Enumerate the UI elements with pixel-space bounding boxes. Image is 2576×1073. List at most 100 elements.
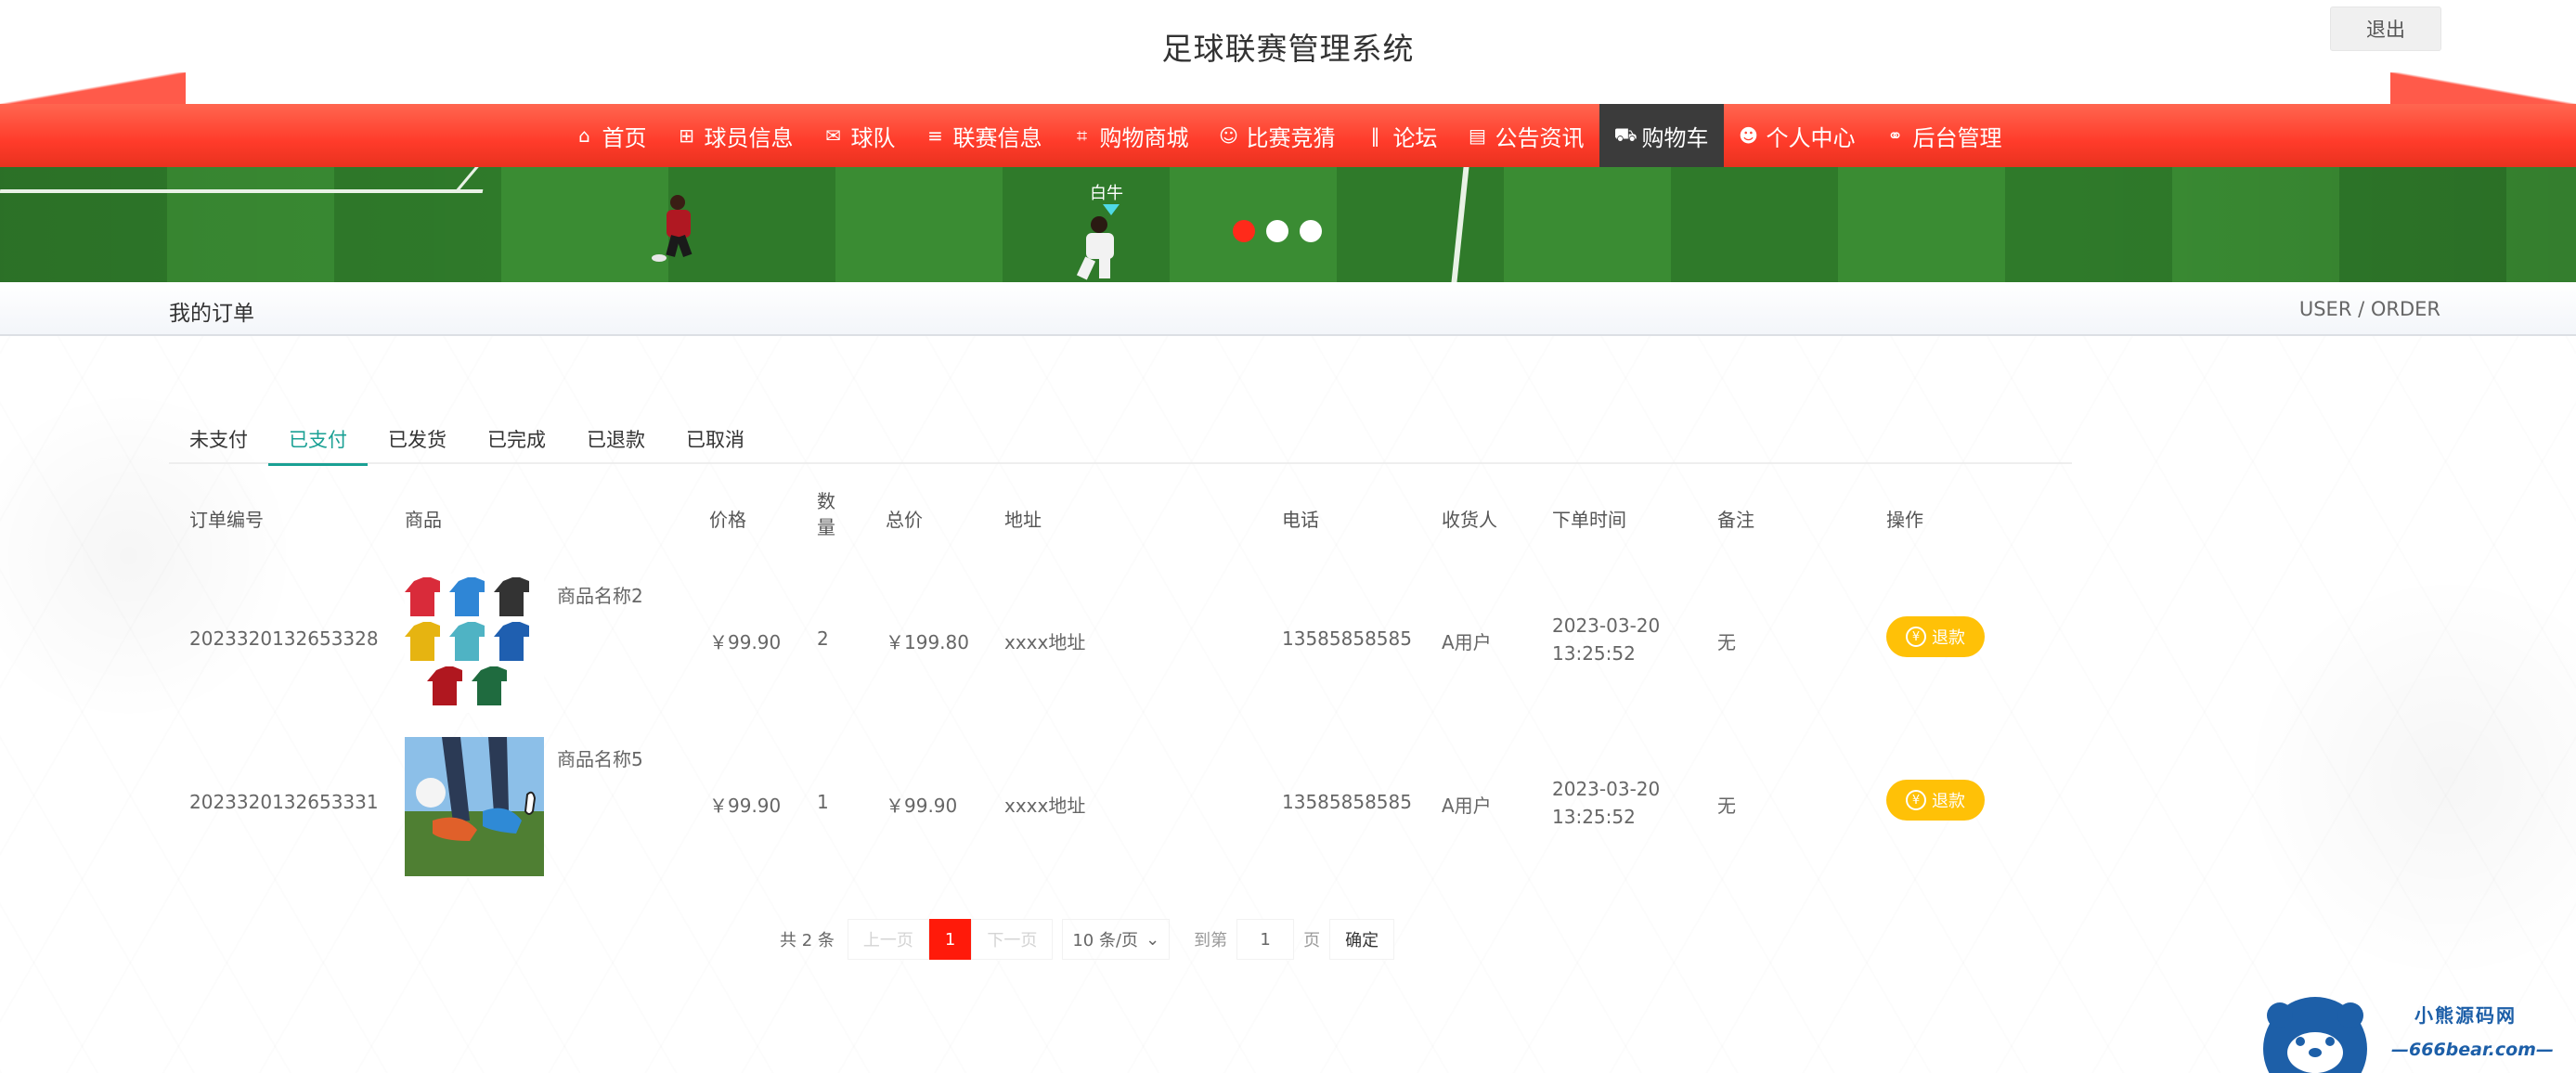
breadcrumb-bar: 我的订单 USER / ORDER [0,282,2576,336]
nav-decoration-right [2390,72,2576,104]
main-nav: ⌂ 首页 ⊞ 球员信息 ✉ 球队 ≡ 联赛信息 ⌗ 购物商城 ☺ 比赛竞猜 ‖ 论坛 ▤ 公告资讯 ⛟ 购物车 ☻ 个… [0,104,2576,167]
nav-item-gamepad[interactable]: ☺ 比赛竞猜 [1204,104,1351,167]
jersey-icon [405,577,529,705]
price: ￥99.90 [709,795,782,817]
main-content: 未支付 已支付 已发货 已完成 已退款 已取消 订单编号 商品 价格 数量 总价 地址 电… [0,336,2576,1073]
columns-icon: ‖ [1370,124,1380,147]
page-1-button[interactable]: 1 [928,919,972,960]
nav-item-home[interactable]: ⌂ 首页 [560,104,662,167]
note: 无 [1717,631,1736,653]
product-name[interactable]: 商品名称5 [557,744,643,771]
product-thumbnail-boots[interactable] [405,737,544,876]
nav-item-label: 购物车 [1641,124,1709,151]
tab-1[interactable]: 已支付 [268,414,368,466]
nav-item-label: 个人中心 [1766,124,1856,151]
column-header-action: 操作 [1886,509,1923,531]
link-icon: ⚭ [1887,124,1903,147]
goto-label: 到第 [1194,931,1228,950]
column-header-address: 地址 [1004,509,1042,531]
nav-item-label: 首页 [602,124,647,151]
goto-page-input[interactable] [1236,919,1295,960]
player-figure [652,195,693,262]
order-number: 2023320132653331 [189,791,379,813]
banner-carousel: 白牛 [0,167,2576,282]
refund-button[interactable]: ¥ 退款 [1886,616,1985,657]
breadcrumb: USER / ORDER [2298,298,2440,320]
order-date: 2023-03-20 [1552,614,1661,637]
column-header-note: 备注 [1717,509,1754,531]
goto-confirm-button[interactable]: 确定 [1329,919,1395,960]
receiver: A用户 [1442,631,1492,653]
column-header-phone: 电话 [1282,509,1319,531]
product-name[interactable]: 商品名称2 [557,581,643,608]
carousel-dot[interactable] [1300,220,1322,242]
carousel-dot[interactable] [1266,220,1288,242]
sliders-icon: ≡ [927,124,943,147]
order-date: 2023-03-20 [1552,778,1661,800]
nav-item-columns[interactable]: ‖ 论坛 [1351,104,1453,167]
yen-icon: ¥ [1906,790,1926,810]
site-title: 足球联赛管理系统 [1161,31,1415,67]
refund-label: 退款 [1932,792,1965,811]
order-status-tabs: 未支付 已支付 已发货 已完成 已退款 已取消 [169,414,2072,466]
column-header-qty: 数量 [817,490,835,538]
nav-item-link[interactable]: ⚭ 后台管理 [1871,104,2017,167]
watermark-line1: 小熊源码网 [2414,1004,2517,1027]
gift-icon: ⊞ [679,124,694,147]
tab-5[interactable]: 已取消 [666,414,765,464]
nav-item-cart[interactable]: ⛟ 购物车 [1599,104,1724,167]
nav-item-label: 后台管理 [1912,124,2002,151]
tab-4[interactable]: 已退款 [566,414,666,464]
nav-item-user[interactable]: ☻ 个人中心 [1724,104,1871,167]
quantity: 2 [817,627,829,650]
next-page-button[interactable]: 下一页 [971,919,1054,960]
chevron-down-icon: ⌄ [1146,929,1160,950]
player-figure [1076,216,1114,280]
book-icon: ▤ [1469,124,1486,147]
nav-item-label: 联赛信息 [952,124,1042,151]
total-price: ￥99.90 [886,795,958,817]
column-header-total: 总价 [886,509,923,531]
pagination-total: 共 2 条 [780,931,835,950]
refund-label: 退款 [1932,628,1965,648]
tab-3[interactable]: 已完成 [467,414,566,464]
nav-item-label: 球队 [850,124,896,151]
nav-item-label: 公告资讯 [1495,124,1585,151]
logout-button[interactable]: 退出 [2330,6,2441,51]
carousel-dots [1233,220,1322,242]
nav-item-label: 论坛 [1392,124,1438,151]
page-unit-label: 页 [1303,931,1321,950]
note: 无 [1717,795,1736,817]
nav-item-sliders[interactable]: ≡ 联赛信息 [911,104,1057,167]
column-header-order-time: 下单时间 [1552,509,1626,531]
nav-item-tag[interactable]: ⌗ 购物商城 [1057,104,1204,167]
nav-item-book[interactable]: ▤ 公告资讯 [1453,104,1599,167]
refund-button[interactable]: ¥ 退款 [1886,780,1985,821]
tab-0[interactable]: 未支付 [169,414,268,464]
pagination: 共 2 条 上一页 1 下一页 10 条/页 ⌄ 到第 页 确定 [780,919,1395,960]
home-icon: ⌂ [578,124,590,147]
address: xxxx地址 [1004,631,1086,653]
main-nav-wrapper: ⌂ 首页 ⊞ 球员信息 ✉ 球队 ≡ 联赛信息 ⌗ 购物商城 ☺ 比赛竞猜 ‖ 论坛 ▤ 公告资讯 ⛟ 购物车 ☻ 个… [0,72,2576,167]
cursor-hand-icon [524,791,537,815]
column-header-price: 价格 [709,509,746,531]
cart-icon: ⛟ [1613,123,1638,146]
player-tag: 白牛 [1090,184,1123,203]
nav-decoration-left [0,72,186,104]
nav-item-mail[interactable]: ✉ 球队 [809,104,911,167]
bear-logo-icon [2263,997,2367,1073]
field-line [0,189,484,193]
mail-icon: ✉ [825,124,841,147]
nav-item-label: 购物商城 [1099,124,1189,151]
carousel-dot[interactable] [1233,220,1255,242]
page-size-value: 10 条/页 [1072,931,1139,950]
nav-item-gift[interactable]: ⊞ 球员信息 [662,104,809,167]
table-row: 2023320132653328 商品名称2 ￥99.90 2 ￥199.80 … [169,553,2072,717]
page-size-select[interactable]: 10 条/页 ⌄ [1062,919,1171,960]
column-header-product: 商品 [405,509,442,531]
order-number: 2023320132653328 [189,627,379,650]
column-header-receiver: 收货人 [1442,509,1497,531]
tab-2[interactable]: 已发货 [368,414,467,464]
product-thumbnail-jerseys[interactable] [405,574,544,713]
prev-page-button[interactable]: 上一页 [847,919,929,960]
